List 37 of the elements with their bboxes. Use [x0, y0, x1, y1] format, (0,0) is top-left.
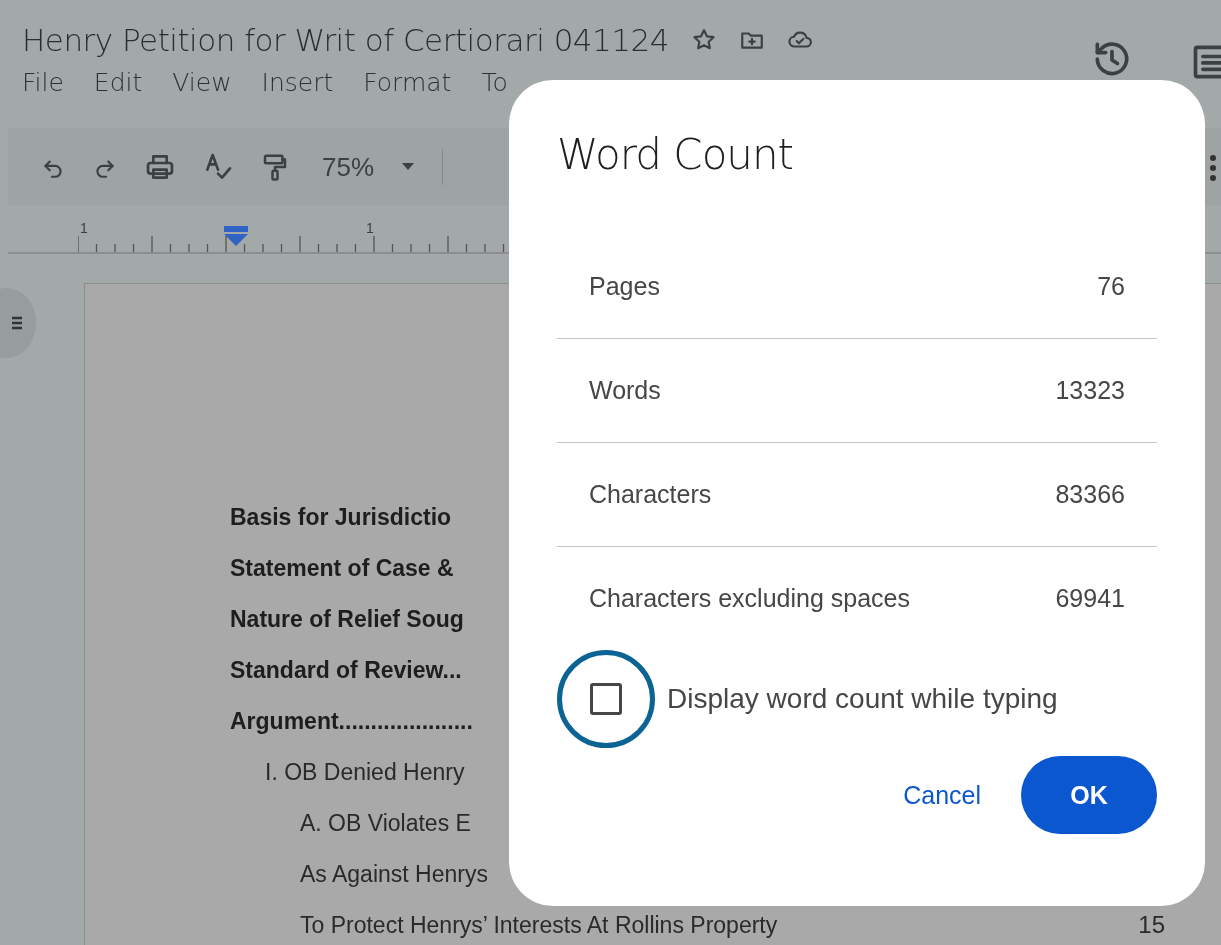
menu-item[interactable]: To [481, 68, 508, 97]
toc-entry[interactable]: Basis for Jurisdictio [230, 504, 452, 530]
indent-marker[interactable] [223, 226, 249, 248]
stat-value: 83366 [1055, 480, 1125, 509]
ok-button[interactable]: OK [1021, 756, 1157, 834]
toc-entry[interactable]: A. OB Violates E [300, 810, 471, 836]
toc-entry[interactable]: I. OB Denied Henry [265, 759, 465, 785]
stat-value: 76 [1097, 272, 1125, 301]
toc-entry[interactable]: Standard of Review... [230, 657, 462, 683]
dialog-title: Word Count [557, 130, 795, 179]
stat-value: 69941 [1055, 584, 1125, 613]
stat-label: Pages [589, 272, 660, 301]
menu-icon [12, 316, 22, 330]
stat-label: Characters excluding spaces [589, 584, 910, 613]
ruler-number: 1 [80, 220, 88, 236]
checkbox-label[interactable]: Display word count while typing [667, 683, 1058, 715]
zoom-dropdown[interactable]: 75% [322, 151, 375, 183]
menu-item[interactable]: View [172, 68, 232, 97]
toc-entry[interactable]: Nature of Relief Soug [230, 606, 464, 632]
page-number: 15 [1138, 912, 1165, 938]
toc-entry[interactable]: To Protect Henrys’ Interests At Rollins Property [300, 912, 778, 938]
toc-entry[interactable]: Statement of Case & [230, 555, 454, 581]
toc-entry[interactable]: As Against Henrys [300, 861, 488, 887]
stat-label: Characters [589, 480, 712, 509]
menu-item[interactable]: Edit [93, 68, 143, 97]
document-title[interactable]: Henry Petition for Writ of Certiorari 041124 [22, 22, 669, 58]
menu-item[interactable]: File [22, 68, 64, 97]
checkbox[interactable] [557, 650, 655, 748]
caret-icon[interactable] [400, 162, 417, 172]
toc-entry[interactable]: Argument..................... [230, 708, 473, 734]
stat-label: Words [589, 376, 661, 405]
more-icon[interactable] [1209, 154, 1217, 182]
menu-item[interactable]: Format [363, 68, 452, 97]
stat-value: 13323 [1055, 376, 1125, 405]
menu-item[interactable]: Insert [261, 68, 334, 97]
ruler-number: 1 [366, 220, 374, 236]
cancel-button[interactable]: Cancel [883, 764, 1001, 826]
